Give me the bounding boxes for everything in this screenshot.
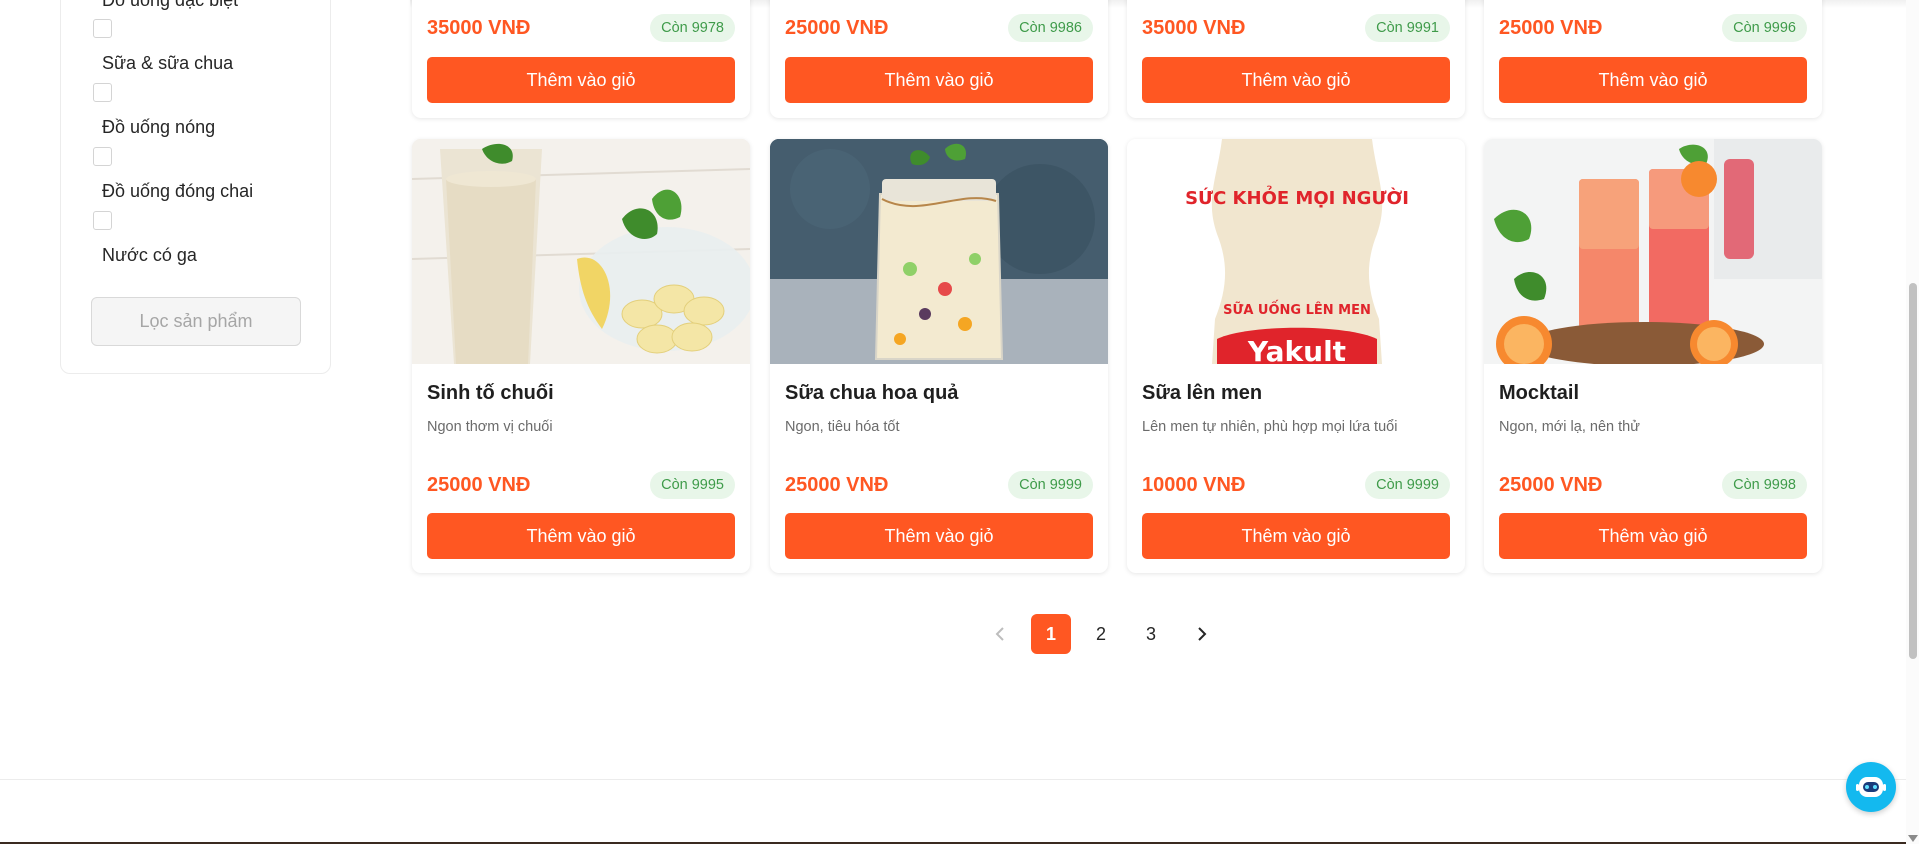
chevron-left-icon bbox=[995, 627, 1004, 641]
filter-checkbox[interactable] bbox=[93, 19, 112, 38]
add-to-cart-button[interactable]: Thêm vào giỏ bbox=[1142, 513, 1450, 559]
product-description: Ngon, tiêu hóa tốt bbox=[785, 419, 900, 435]
product-card: 25000 VNĐ Còn 9996 Thêm vào giỏ bbox=[1484, 0, 1822, 118]
stock-badge: Còn 9991 bbox=[1365, 14, 1450, 42]
pagination-prev-button[interactable] bbox=[981, 614, 1021, 654]
add-to-cart-button[interactable]: Thêm vào giỏ bbox=[1499, 513, 1807, 559]
page: Đồ uống đặc biệt Sữa & sữa chua Đồ uống … bbox=[0, 0, 1919, 844]
chat-widget-button[interactable] bbox=[1846, 762, 1896, 812]
stock-badge: Còn 9996 bbox=[1722, 14, 1807, 42]
product-price: 25000 VNĐ bbox=[785, 17, 889, 39]
add-to-cart-button[interactable]: Thêm vào giỏ bbox=[785, 57, 1093, 103]
product-card: Sữa chua hoa quả Ngon, tiêu hóa tốt 2500… bbox=[770, 139, 1108, 573]
product-image-mocktail[interactable] bbox=[1484, 139, 1822, 364]
product-name[interactable]: Mocktail bbox=[1499, 382, 1579, 405]
product-price: 25000 VNĐ bbox=[427, 474, 531, 496]
filter-checkbox[interactable] bbox=[93, 83, 112, 102]
product-price: 10000 VNĐ bbox=[1142, 474, 1246, 496]
product-price: 35000 VNĐ bbox=[1142, 17, 1246, 39]
filter-checkbox[interactable] bbox=[93, 211, 112, 230]
footer-divider bbox=[0, 779, 1906, 780]
product-image-fruit-yogurt[interactable] bbox=[770, 139, 1108, 364]
scroll-down-arrow-icon[interactable] bbox=[1908, 835, 1918, 842]
add-to-cart-button[interactable]: Thêm vào giỏ bbox=[785, 513, 1093, 559]
stock-badge: Còn 9986 bbox=[1008, 14, 1093, 42]
stock-badge: Còn 9999 bbox=[1008, 471, 1093, 499]
product-price: 25000 VNĐ bbox=[1499, 17, 1603, 39]
add-to-cart-button[interactable]: Thêm vào giỏ bbox=[1142, 57, 1450, 103]
stock-badge: Còn 9998 bbox=[1722, 471, 1807, 499]
filter-panel: Đồ uống đặc biệt Sữa & sữa chua Đồ uống … bbox=[60, 0, 331, 374]
filter-apply-button[interactable]: Lọc sản phẩm bbox=[91, 297, 301, 346]
pagination-next-button[interactable] bbox=[1181, 614, 1221, 654]
pagination-page-3[interactable]: 3 bbox=[1131, 614, 1171, 654]
stock-badge: Còn 9999 bbox=[1365, 471, 1450, 499]
product-card: 25000 VNĐ Còn 9986 Thêm vào giỏ bbox=[770, 0, 1108, 118]
product-name[interactable]: Sinh tố chuối bbox=[427, 382, 554, 405]
product-image-fermented-milk[interactable]: SỨC KHỎE MỌI NGƯỜI SỮA UỐNG LÊN MEN Yaku… bbox=[1127, 139, 1465, 364]
pagination-page-2[interactable]: 2 bbox=[1081, 614, 1121, 654]
add-to-cart-button[interactable]: Thêm vào giỏ bbox=[427, 57, 735, 103]
filter-label: Đồ uống đặc biệt bbox=[102, 0, 239, 10]
filter-label: Đồ uống nóng bbox=[102, 117, 216, 137]
filter-label: Sữa & sữa chua bbox=[102, 53, 234, 73]
product-description: Ngon thơm vị chuối bbox=[427, 419, 553, 435]
stock-badge: Còn 9995 bbox=[650, 471, 735, 499]
pagination-page-1[interactable]: 1 bbox=[1031, 614, 1071, 654]
image-text-middle: SỮA UỐNG LÊN MEN bbox=[1223, 300, 1371, 318]
add-to-cart-button[interactable]: Thêm vào giỏ bbox=[427, 513, 735, 559]
product-image-banana-smoothie[interactable] bbox=[412, 139, 750, 364]
product-price: 25000 VNĐ bbox=[785, 474, 889, 496]
product-card: Sinh tố chuối Ngon thơm vị chuối 25000 V… bbox=[412, 139, 750, 573]
product-name[interactable]: Sữa chua hoa quả bbox=[785, 382, 958, 405]
product-description: Lên men tự nhiên, phù hợp mọi lứa tuổi bbox=[1142, 419, 1398, 435]
filter-label: Đồ uống đóng chai bbox=[102, 181, 254, 201]
filter-checkbox[interactable] bbox=[93, 147, 112, 166]
product-description: Ngon, mới lạ, nên thử bbox=[1499, 419, 1640, 435]
product-price: 35000 VNĐ bbox=[427, 17, 531, 39]
page-scrollbar[interactable] bbox=[1906, 0, 1919, 844]
product-card: SỨC KHỎE MỌI NGƯỜI SỮA UỐNG LÊN MEN Yaku… bbox=[1127, 139, 1465, 573]
chevron-right-icon bbox=[1198, 627, 1207, 641]
product-card: 35000 VNĐ Còn 9991 Thêm vào giỏ bbox=[1127, 0, 1465, 118]
chatbot-icon bbox=[1856, 777, 1886, 797]
add-to-cart-button[interactable]: Thêm vào giỏ bbox=[1499, 57, 1807, 103]
filter-label: Nước có ga bbox=[102, 245, 197, 265]
image-text-brand: Yakult bbox=[1247, 335, 1346, 364]
scrollbar-thumb[interactable] bbox=[1909, 283, 1917, 659]
product-card: Mocktail Ngon, mới lạ, nên thử 25000 VNĐ… bbox=[1484, 139, 1822, 573]
stock-badge: Còn 9978 bbox=[650, 14, 735, 42]
image-text-top: SỨC KHỎE MỌI NGƯỜI bbox=[1185, 185, 1409, 209]
product-card: 35000 VNĐ Còn 9978 Thêm vào giỏ bbox=[412, 0, 750, 118]
product-price: 25000 VNĐ bbox=[1499, 474, 1603, 496]
product-name[interactable]: Sữa lên men bbox=[1142, 382, 1262, 405]
